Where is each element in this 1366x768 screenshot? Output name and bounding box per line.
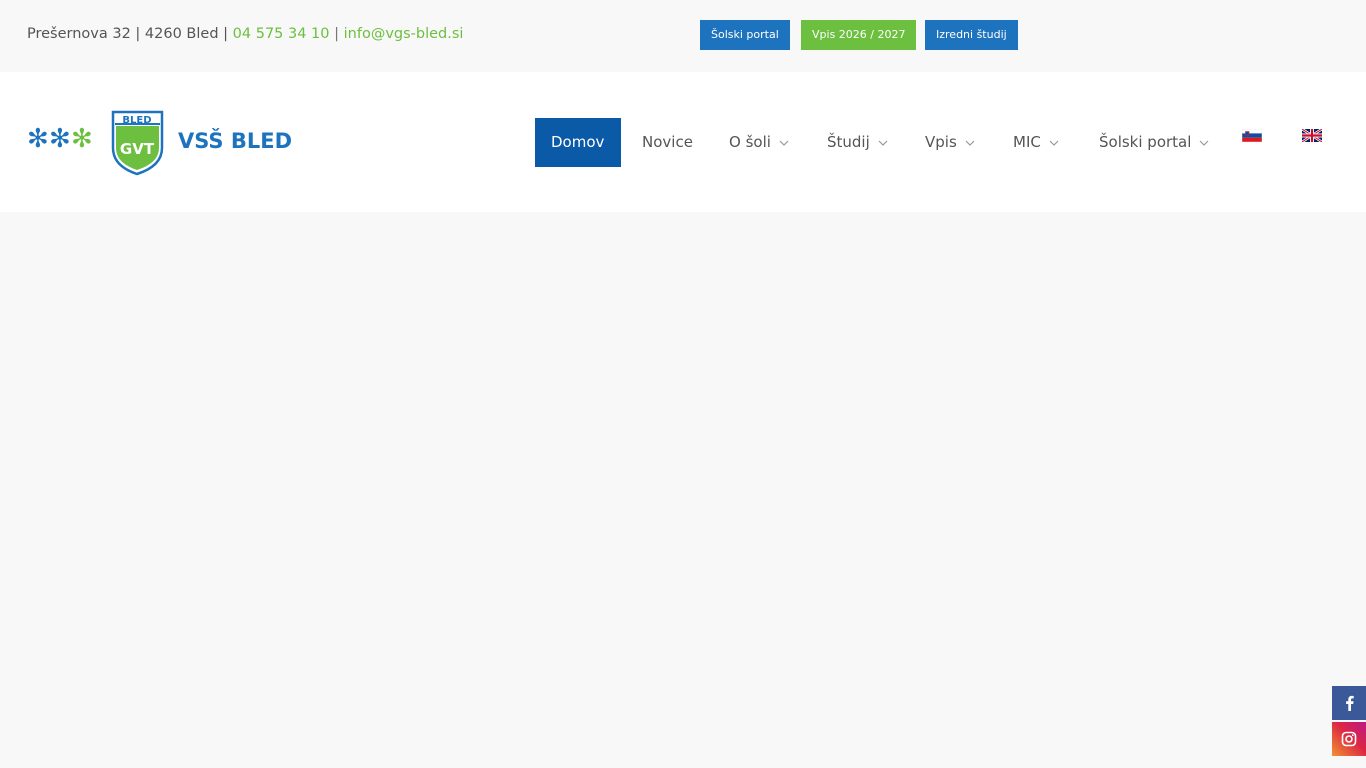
nav-item-studij[interactable]: Študij (827, 118, 889, 167)
email-link[interactable]: info@vgs-bled.si (344, 26, 464, 42)
chevron-down-icon (779, 140, 789, 146)
instagram-icon (1341, 731, 1357, 747)
chevron-down-icon (1049, 140, 1059, 146)
contact-separator: | (329, 26, 344, 42)
main-header: ✻ ✻ ✻ BLED GVT VSŠ BLED Domov Novice O š… (0, 72, 1366, 212)
chevron-down-icon (878, 140, 888, 146)
nav-item-solski-portal[interactable]: Šolski portal (1099, 118, 1210, 167)
logo-badge-top: BLED (122, 115, 151, 126)
nav-item-novice[interactable]: Novice (642, 118, 693, 167)
instagram-button[interactable] (1332, 722, 1366, 756)
nav-label: Novice (642, 133, 693, 151)
phone-link[interactable]: 04 575 34 10 (233, 26, 330, 42)
nav-item-o-soli[interactable]: O šoli (729, 118, 790, 167)
school-portal-button[interactable]: Šolski portal (700, 20, 790, 50)
nav-label: MIC (1013, 133, 1041, 151)
site-logo[interactable]: ✻ ✻ ✻ BLED GVT VSŠ BLED (27, 110, 297, 176)
svg-text:✻: ✻ (71, 124, 93, 154)
nav-label: Študij (827, 133, 870, 151)
slovenian-flag-icon[interactable] (1242, 129, 1262, 142)
logo-badge-mid: GVT (120, 140, 155, 158)
contact-info: Prešernova 32 | 4260 Bled | 04 575 34 10… (27, 26, 463, 42)
snowflake-icon: ✻ ✻ ✻ (27, 124, 93, 154)
nav-label: Domov (551, 133, 605, 151)
chevron-down-icon (965, 140, 975, 146)
chevron-down-icon (1199, 140, 1209, 146)
facebook-button[interactable] (1332, 686, 1366, 720)
top-bar: Prešernova 32 | 4260 Bled | 04 575 34 10… (0, 0, 1366, 72)
facebook-icon (1346, 695, 1354, 711)
logo-text: VSŠ BLED (178, 128, 292, 153)
nav-item-mic[interactable]: MIC (1013, 118, 1060, 167)
uk-flag-icon[interactable] (1302, 129, 1322, 142)
nav-item-vpis[interactable]: Vpis (925, 118, 976, 167)
nav-label: Vpis (925, 133, 957, 151)
nav-label: Šolski portal (1099, 133, 1192, 151)
svg-text:✻: ✻ (49, 124, 71, 154)
part-time-study-button[interactable]: Izredni študij (925, 20, 1018, 50)
address-text: Prešernova 32 | 4260 Bled | (27, 26, 233, 42)
enrollment-button[interactable]: Vpis 2026 / 2027 (801, 20, 917, 50)
svg-text:✻: ✻ (27, 124, 49, 154)
nav-label: O šoli (729, 133, 771, 151)
logo-graphic: ✻ ✻ ✻ BLED GVT VSŠ BLED (27, 110, 292, 176)
nav-item-domov[interactable]: Domov (535, 118, 622, 167)
